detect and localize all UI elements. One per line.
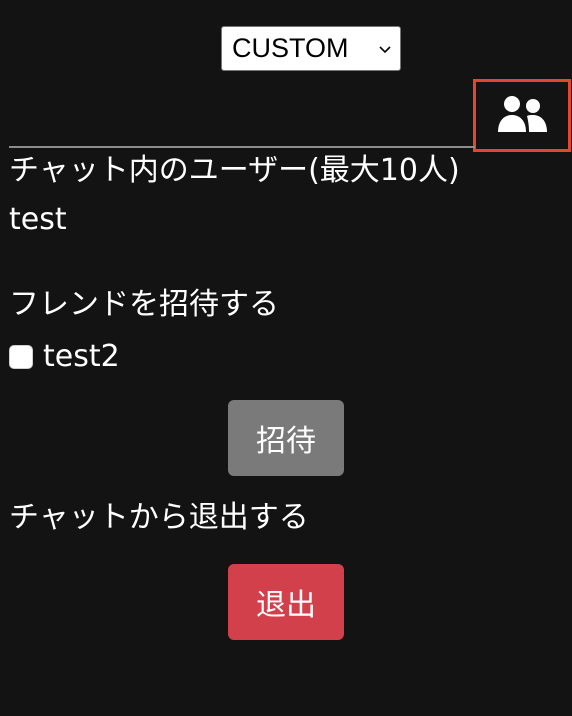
users-button[interactable]: [473, 79, 571, 152]
member-name: test: [9, 202, 67, 237]
members-heading: チャット内のユーザー(最大10人): [9, 153, 460, 188]
users-icon: [494, 94, 550, 138]
theme-select[interactable]: CUSTOM: [221, 26, 401, 71]
divider: [9, 146, 475, 148]
chat-settings-panel: CUSTOM チャット内のユーザー(最大10人) test フレンドを招待する …: [0, 0, 572, 716]
invite-button[interactable]: 招待: [228, 400, 344, 476]
friend-name: test2: [43, 339, 120, 374]
leave-heading: チャットから退出する: [9, 500, 309, 535]
theme-select-value: CUSTOM: [232, 33, 349, 63]
leave-button[interactable]: 退出: [228, 564, 344, 640]
friend-checkbox[interactable]: [9, 345, 33, 369]
friend-item[interactable]: test2: [9, 342, 120, 372]
invite-heading: フレンドを招待する: [9, 287, 279, 322]
chevron-down-icon: [378, 44, 392, 54]
